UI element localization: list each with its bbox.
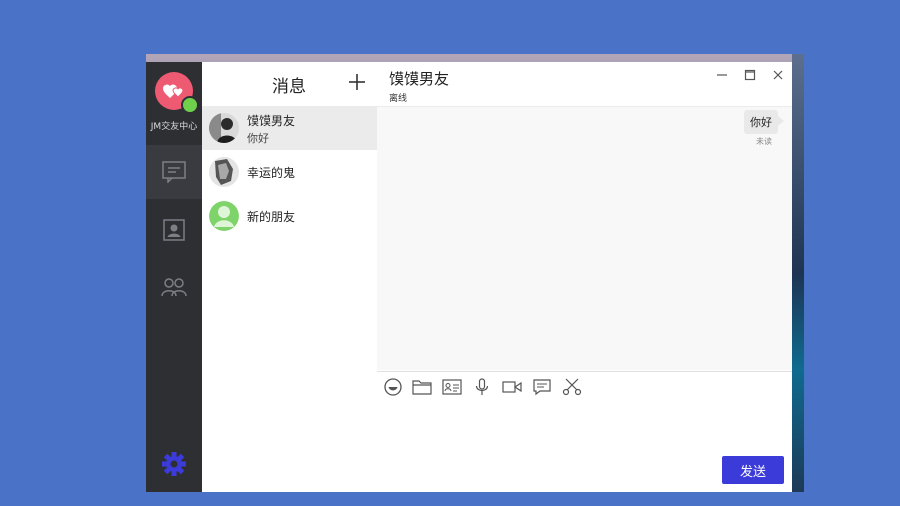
close-button[interactable] [770, 67, 786, 83]
user-avatar[interactable] [155, 72, 199, 114]
conversation-item[interactable]: 幸运的鬼 [202, 150, 377, 194]
avatar [209, 201, 239, 231]
conversation-name: 幸运的鬼 [247, 166, 296, 180]
maximize-button[interactable] [742, 67, 758, 83]
desktop-wallpaper-strip [792, 54, 804, 492]
chat-history-button[interactable] [532, 378, 552, 396]
microphone-icon [475, 378, 489, 395]
plus-icon [349, 74, 365, 90]
conversation-preview: 你好 [247, 132, 269, 145]
message-input[interactable]: 发送 [377, 400, 792, 492]
new-friend-avatar-icon [209, 201, 239, 231]
settings-button[interactable] [160, 450, 188, 478]
close-icon [773, 70, 783, 80]
emoji-button[interactable] [383, 378, 403, 396]
message-item: 你好 未读 [744, 110, 784, 146]
chat-panel: 馍馍男友 离线 你好 未读 发送 [377, 62, 792, 492]
minimize-button[interactable] [714, 67, 730, 83]
add-conversation-button[interactable] [347, 72, 367, 92]
message-toolbar [377, 371, 792, 400]
message-history: 你好 未读 [377, 107, 792, 370]
chat-app-window: JM交友中心 消息 馍馍男友 你好 幸运的鬼 新的朋友 馍馍男友 离线 你好 未… [146, 62, 792, 492]
video-button[interactable] [502, 378, 522, 396]
minimize-icon [717, 74, 727, 76]
conversation-list-title: 消息 [272, 77, 306, 97]
emoji-icon [384, 378, 402, 396]
conversation-item[interactable]: 新的朋友 [202, 194, 377, 238]
voice-button[interactable] [472, 378, 492, 396]
avatar [209, 113, 239, 143]
conversation-item[interactable]: 馍馍男友 你好 [202, 106, 377, 150]
maximize-icon [744, 69, 756, 81]
nav-messages[interactable] [146, 145, 202, 199]
hearts-icon [163, 84, 184, 98]
chat-title: 馍馍男友 [389, 70, 450, 88]
avatar [209, 157, 239, 187]
video-icon [502, 381, 522, 393]
conversation-name: 新的朋友 [247, 210, 296, 224]
sidebar: JM交友中心 [146, 62, 202, 492]
avatar-photo-icon [209, 113, 239, 143]
messages-icon [162, 161, 186, 183]
nav-groups[interactable] [146, 260, 202, 314]
file-button[interactable] [412, 378, 432, 396]
contact-status: 离线 [389, 94, 408, 104]
settings-icon [162, 452, 186, 476]
online-status-dot [181, 96, 199, 114]
desktop-background: JM交友中心 消息 馍馍男友 你好 幸运的鬼 新的朋友 馍馍男友 离线 你好 未… [146, 54, 804, 492]
nav-contacts[interactable] [146, 203, 202, 257]
app-name: JM交友中心 [150, 122, 198, 132]
chat-header: 馍馍男友 离线 [377, 62, 792, 107]
scissors-icon [562, 378, 582, 396]
message-read-status: 未读 [756, 137, 772, 146]
conversation-list-panel: 消息 馍馍男友 你好 幸运的鬼 新的朋友 [202, 62, 378, 492]
groups-icon [161, 278, 187, 297]
avatar-photo-icon [209, 157, 239, 187]
conversation-list-header: 消息 [202, 62, 377, 106]
message-bubble: 你好 [744, 110, 784, 134]
contact-card-icon [442, 379, 462, 395]
chat-bubble-icon [533, 379, 551, 396]
contact-card-button[interactable] [442, 378, 462, 396]
folder-icon [412, 380, 432, 395]
contacts-icon [163, 219, 185, 241]
send-button[interactable]: 发送 [722, 456, 784, 484]
screenshot-button[interactable] [562, 378, 582, 396]
conversation-name: 馍馍男友 [247, 114, 296, 128]
